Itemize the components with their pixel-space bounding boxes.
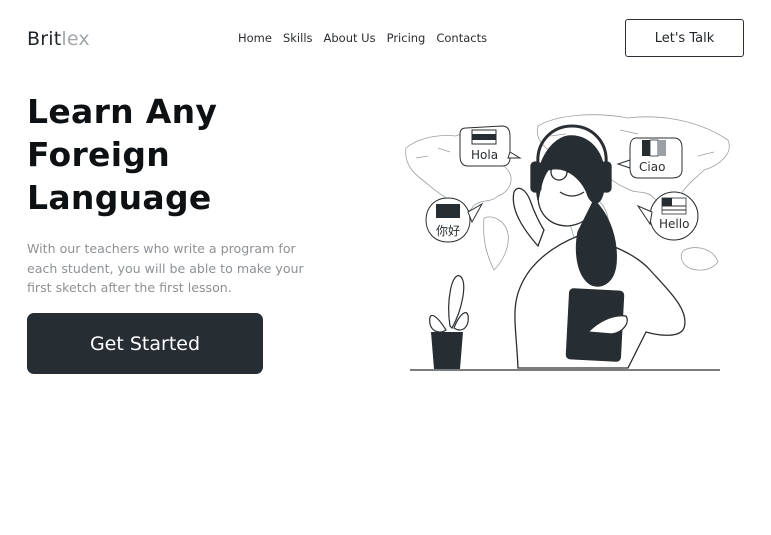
brand-logo-part2: lex xyxy=(61,28,90,50)
nav-about-us[interactable]: About Us xyxy=(324,31,376,45)
hero-title-line-3: Language xyxy=(27,178,212,217)
bubble-nihao: 你好 xyxy=(425,197,484,243)
hero-title-line-1: Learn Any xyxy=(27,92,218,131)
bubble-nihao-label: 你好 xyxy=(436,224,460,238)
hero-title-line-2: Foreign xyxy=(27,135,171,174)
hero-description: With our teachers who write a program fo… xyxy=(27,241,304,295)
bubble-ciao-label: Ciao xyxy=(639,160,665,174)
plant-icon xyxy=(429,275,469,369)
bubble-hola: Hola xyxy=(459,125,522,167)
nav-contacts[interactable]: Contacts xyxy=(436,31,487,45)
bubble-hello-label: Hello xyxy=(659,217,689,231)
nav-home[interactable]: Home xyxy=(238,31,272,45)
brand-logo[interactable]: Britlex xyxy=(27,28,90,50)
bubble-hola-label: Hola xyxy=(471,148,498,162)
language-learner-illustration: Hola Ciao 你好 Hello xyxy=(405,114,730,371)
main-nav: Home Skills About Us Pricing Contacts xyxy=(238,31,498,45)
bubble-ciao: Ciao xyxy=(616,137,683,179)
hero-title: Learn Any Foreign Language xyxy=(27,90,327,219)
brand-logo-part1: Brit xyxy=(27,28,62,50)
get-started-button[interactable]: Get Started xyxy=(27,313,263,374)
lets-talk-button[interactable]: Let's Talk xyxy=(625,19,744,57)
nav-pricing[interactable]: Pricing xyxy=(387,31,426,45)
bubble-hello: Hello xyxy=(636,191,699,241)
nav-skills[interactable]: Skills xyxy=(283,31,313,45)
